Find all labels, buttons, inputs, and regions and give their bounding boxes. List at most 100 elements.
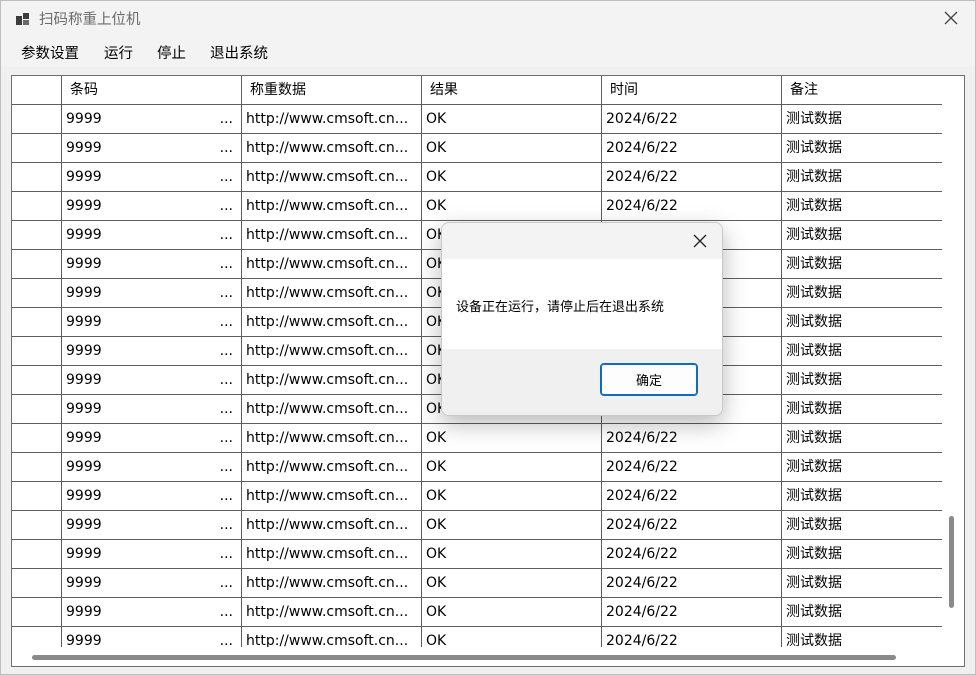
header-row-selector[interactable] xyxy=(12,76,62,104)
time-cell[interactable]: 2024/6/22 xyxy=(602,569,782,597)
time-cell[interactable]: 2024/6/22 xyxy=(602,134,782,162)
barcode-cell[interactable]: 9999... xyxy=(62,395,242,423)
result-cell[interactable]: OK xyxy=(422,482,602,510)
time-cell[interactable]: 2024/6/22 xyxy=(602,598,782,626)
result-cell[interactable]: OK xyxy=(422,453,602,481)
weight-data-cell[interactable]: http://www.cmsoft.cn... xyxy=(242,598,422,626)
remark-cell[interactable]: 测试数据 xyxy=(782,482,942,510)
barcode-cell[interactable]: 9999... xyxy=(62,134,242,162)
time-cell[interactable]: 2024/6/22 xyxy=(602,424,782,452)
table-row[interactable]: 9999...http://www.cmsoft.cn...OK2024/6/2… xyxy=(12,482,942,511)
remark-cell[interactable]: 测试数据 xyxy=(782,366,942,394)
table-row[interactable]: 9999...http://www.cmsoft.cn...OK2024/6/2… xyxy=(12,134,942,163)
vertical-scrollbar[interactable] xyxy=(943,76,963,648)
weight-data-cell[interactable]: http://www.cmsoft.cn... xyxy=(242,453,422,481)
header-result[interactable]: 结果 xyxy=(422,76,602,104)
result-cell[interactable]: OK xyxy=(422,163,602,191)
barcode-cell[interactable]: 9999... xyxy=(62,569,242,597)
barcode-cell[interactable]: 9999... xyxy=(62,482,242,510)
window-close-button[interactable] xyxy=(939,7,963,29)
barcode-cell[interactable]: 9999... xyxy=(62,598,242,626)
barcode-cell[interactable]: 9999... xyxy=(62,337,242,365)
remark-cell[interactable]: 测试数据 xyxy=(782,134,942,162)
result-cell[interactable]: OK xyxy=(422,105,602,133)
ok-button[interactable]: 确定 xyxy=(600,363,698,396)
row-selector-cell[interactable] xyxy=(12,540,62,568)
vertical-scroll-thumb[interactable] xyxy=(949,516,954,608)
row-selector-cell[interactable] xyxy=(12,250,62,278)
weight-data-cell[interactable]: http://www.cmsoft.cn... xyxy=(242,540,422,568)
horizontal-scrollbar[interactable] xyxy=(12,648,943,665)
row-selector-cell[interactable] xyxy=(12,366,62,394)
result-cell[interactable]: OK xyxy=(422,627,602,647)
remark-cell[interactable]: 测试数据 xyxy=(782,424,942,452)
table-row[interactable]: 9999...http://www.cmsoft.cn...OK2024/6/2… xyxy=(12,569,942,598)
weight-data-cell[interactable]: http://www.cmsoft.cn... xyxy=(242,308,422,336)
row-selector-cell[interactable] xyxy=(12,105,62,133)
time-cell[interactable]: 2024/6/22 xyxy=(602,482,782,510)
weight-data-cell[interactable]: http://www.cmsoft.cn... xyxy=(242,163,422,191)
weight-data-cell[interactable]: http://www.cmsoft.cn... xyxy=(242,192,422,220)
remark-cell[interactable]: 测试数据 xyxy=(782,192,942,220)
table-row[interactable]: 9999...http://www.cmsoft.cn...OK2024/6/2… xyxy=(12,105,942,134)
barcode-cell[interactable]: 9999... xyxy=(62,627,242,647)
row-selector-cell[interactable] xyxy=(12,221,62,249)
remark-cell[interactable]: 测试数据 xyxy=(782,250,942,278)
remark-cell[interactable]: 测试数据 xyxy=(782,540,942,568)
table-row[interactable]: 9999...http://www.cmsoft.cn...OK2024/6/2… xyxy=(12,192,942,221)
barcode-cell[interactable]: 9999... xyxy=(62,366,242,394)
time-cell[interactable]: 2024/6/22 xyxy=(602,105,782,133)
result-cell[interactable]: OK xyxy=(422,134,602,162)
header-remark[interactable]: 备注 xyxy=(782,76,942,104)
barcode-cell[interactable]: 9999... xyxy=(62,424,242,452)
row-selector-cell[interactable] xyxy=(12,134,62,162)
remark-cell[interactable]: 测试数据 xyxy=(782,511,942,539)
result-cell[interactable]: OK xyxy=(422,511,602,539)
time-cell[interactable]: 2024/6/22 xyxy=(602,163,782,191)
remark-cell[interactable]: 测试数据 xyxy=(782,627,942,647)
weight-data-cell[interactable]: http://www.cmsoft.cn... xyxy=(242,279,422,307)
remark-cell[interactable]: 测试数据 xyxy=(782,308,942,336)
table-row[interactable]: 9999...http://www.cmsoft.cn...OK2024/6/2… xyxy=(12,627,942,647)
header-time[interactable]: 时间 xyxy=(602,76,782,104)
row-selector-cell[interactable] xyxy=(12,308,62,336)
row-selector-cell[interactable] xyxy=(12,163,62,191)
weight-data-cell[interactable]: http://www.cmsoft.cn... xyxy=(242,337,422,365)
menu-item-stop[interactable]: 停止 xyxy=(157,42,186,63)
weight-data-cell[interactable]: http://www.cmsoft.cn... xyxy=(242,221,422,249)
barcode-cell[interactable]: 9999... xyxy=(62,511,242,539)
header-barcode[interactable]: 条码 xyxy=(62,76,242,104)
barcode-cell[interactable]: 9999... xyxy=(62,279,242,307)
barcode-cell[interactable]: 9999... xyxy=(62,192,242,220)
result-cell[interactable]: OK xyxy=(422,424,602,452)
time-cell[interactable]: 2024/6/22 xyxy=(602,192,782,220)
barcode-cell[interactable]: 9999... xyxy=(62,453,242,481)
remark-cell[interactable]: 测试数据 xyxy=(782,163,942,191)
remark-cell[interactable]: 测试数据 xyxy=(782,105,942,133)
remark-cell[interactable]: 测试数据 xyxy=(782,337,942,365)
result-cell[interactable]: OK xyxy=(422,540,602,568)
table-row[interactable]: 9999...http://www.cmsoft.cn...OK2024/6/2… xyxy=(12,163,942,192)
menu-item-settings[interactable]: 参数设置 xyxy=(21,42,79,63)
weight-data-cell[interactable]: http://www.cmsoft.cn... xyxy=(242,366,422,394)
result-cell[interactable]: OK xyxy=(422,598,602,626)
remark-cell[interactable]: 测试数据 xyxy=(782,453,942,481)
time-cell[interactable]: 2024/6/22 xyxy=(602,540,782,568)
row-selector-cell[interactable] xyxy=(12,279,62,307)
table-row[interactable]: 9999...http://www.cmsoft.cn...OK2024/6/2… xyxy=(12,511,942,540)
row-selector-cell[interactable] xyxy=(12,627,62,647)
weight-data-cell[interactable]: http://www.cmsoft.cn... xyxy=(242,627,422,647)
row-selector-cell[interactable] xyxy=(12,395,62,423)
result-cell[interactable]: OK xyxy=(422,192,602,220)
row-selector-cell[interactable] xyxy=(12,598,62,626)
time-cell[interactable]: 2024/6/22 xyxy=(602,627,782,647)
weight-data-cell[interactable]: http://www.cmsoft.cn... xyxy=(242,395,422,423)
row-selector-cell[interactable] xyxy=(12,482,62,510)
time-cell[interactable]: 2024/6/22 xyxy=(602,453,782,481)
table-row[interactable]: 9999...http://www.cmsoft.cn...OK2024/6/2… xyxy=(12,424,942,453)
row-selector-cell[interactable] xyxy=(12,511,62,539)
remark-cell[interactable]: 测试数据 xyxy=(782,598,942,626)
weight-data-cell[interactable]: http://www.cmsoft.cn... xyxy=(242,482,422,510)
row-selector-cell[interactable] xyxy=(12,424,62,452)
table-row[interactable]: 9999...http://www.cmsoft.cn...OK2024/6/2… xyxy=(12,453,942,482)
